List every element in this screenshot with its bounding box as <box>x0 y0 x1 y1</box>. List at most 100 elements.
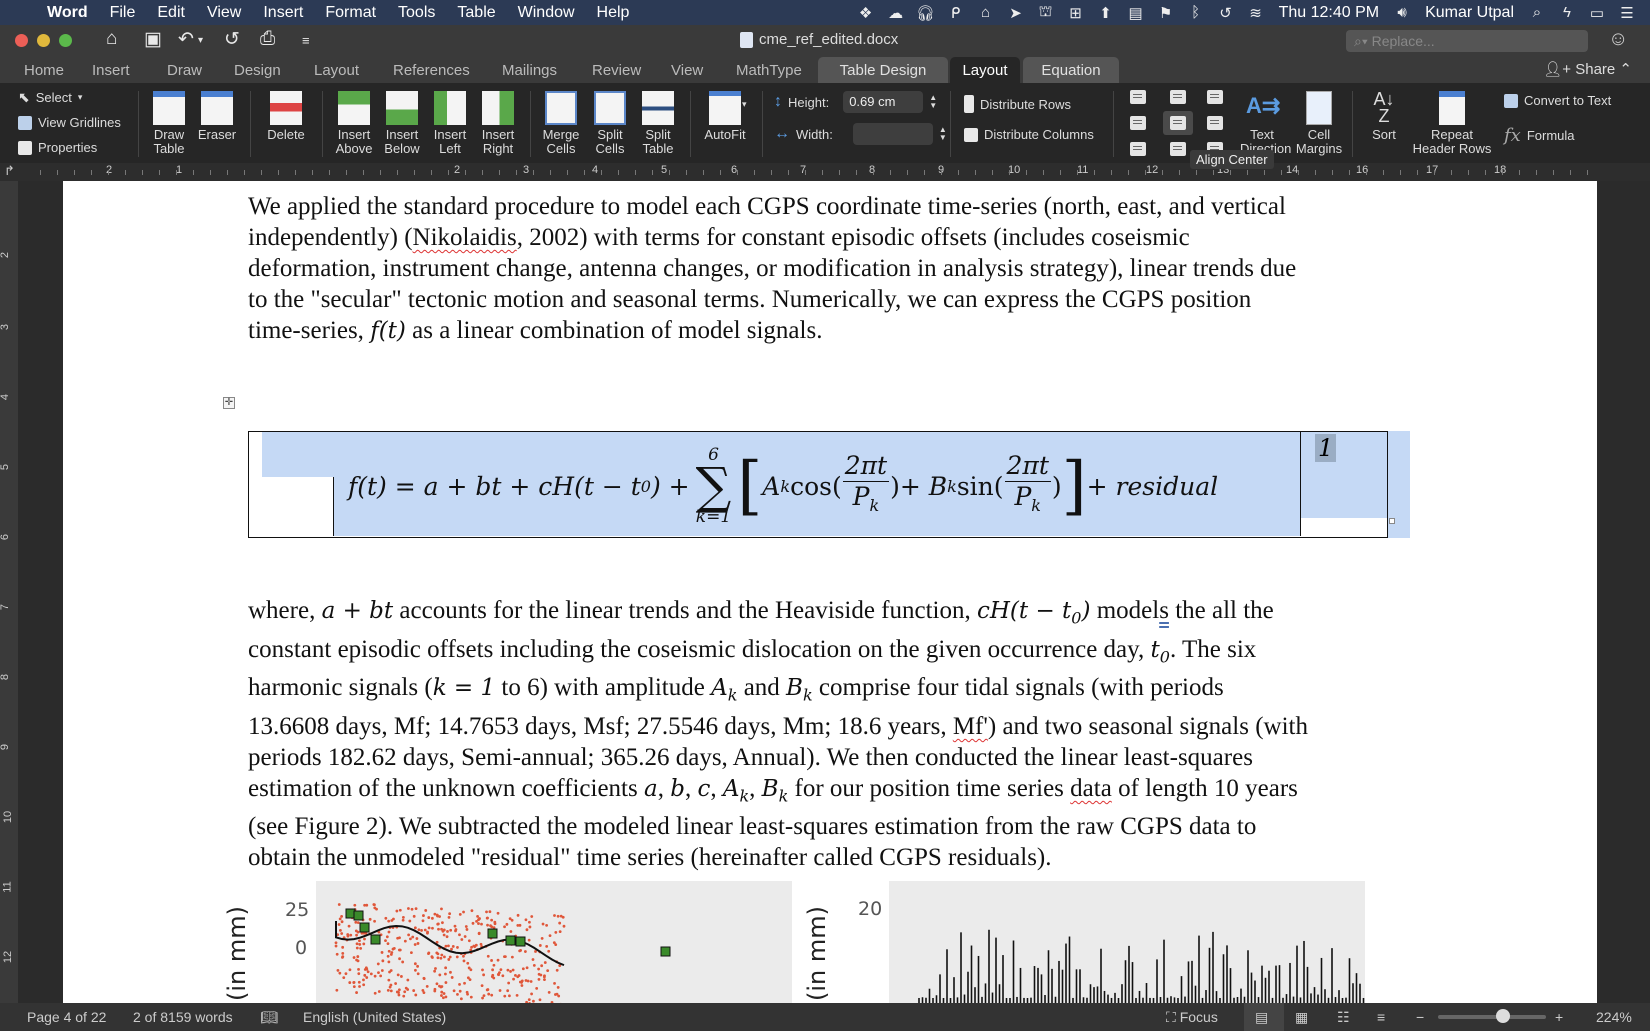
vertical-ruler[interactable]: 2 3 4 5 6 7 8 9 10 11 12 <box>0 181 18 1003</box>
menu-help[interactable]: Help <box>586 4 641 22</box>
insert-right-button[interactable]: Insert Right <box>478 91 518 156</box>
split-cells-button[interactable]: Split Cells <box>590 91 630 156</box>
insert-above-button[interactable]: Insert Above <box>334 91 374 156</box>
upload-icon[interactable]: ⬆ <box>1091 4 1121 22</box>
width-input[interactable] <box>852 123 933 145</box>
equation-table[interactable]: f(t) = a + bt + cH(t − t 0) + 6 ∑ k=1 [ A… <box>248 431 1388 538</box>
split-table-button[interactable]: Split Table <box>638 91 678 156</box>
spotlight-icon[interactable]: ⌕ <box>1522 4 1552 21</box>
delete-button[interactable]: Delete <box>262 91 310 142</box>
sort-button[interactable]: A↓ Z Sort <box>1364 90 1404 142</box>
grammar-flag[interactable]: s <box>1159 597 1169 624</box>
home-icon[interactable]: ⌂ <box>106 28 117 50</box>
dropbox-icon[interactable]: ❖ <box>851 4 881 22</box>
menu-view[interactable]: View <box>196 4 252 22</box>
tab-stop-icon[interactable]: ↱ <box>4 163 15 179</box>
focus-button[interactable]: ⛶ Focus <box>1166 1009 1218 1026</box>
distribute-rows-button[interactable]: Distribute Rows <box>964 95 1071 113</box>
customize-toolbar-icon[interactable]: ≡ <box>302 33 310 48</box>
word-count[interactable]: 2 of 8159 words <box>133 1009 233 1025</box>
table-cell-equation-number[interactable]: 1 <box>1301 432 1387 536</box>
table-resize-handle[interactable] <box>1389 518 1395 524</box>
tab-mathtype[interactable]: MathType <box>728 57 810 83</box>
align-center-right-button[interactable] <box>1207 116 1223 130</box>
share-button[interactable]: 👤︎+ Share ⌃ <box>1543 60 1632 78</box>
proofing-icon[interactable]: 📖︎ <box>260 1009 278 1026</box>
web-layout-icon[interactable]: ▦ <box>1295 1009 1308 1026</box>
page-indicator[interactable]: Page 4 of 22 <box>27 1009 106 1025</box>
menu-tools[interactable]: Tools <box>387 4 446 22</box>
height-input[interactable]: 0.69 cm <box>843 91 924 113</box>
tab-references[interactable]: References <box>385 57 478 83</box>
draw-table-button[interactable]: Draw Table <box>150 91 188 156</box>
tab-review[interactable]: Review <box>584 57 649 83</box>
search-replace-field[interactable]: ⌕▾ Replace... <box>1346 30 1588 52</box>
undo-dropdown-icon[interactable]: ▾ <box>198 35 203 46</box>
zoom-slider[interactable] <box>1438 1015 1546 1019</box>
feedback-smiley-icon[interactable]: ☺ <box>1608 28 1628 51</box>
table-cell-equation[interactable]: f(t) = a + bt + cH(t − t 0) + 6 ∑ k=1 [ A… <box>334 432 1301 536</box>
print-icon[interactable]: ⎙ <box>260 28 275 50</box>
height-stepper[interactable]: ▲ ▼ <box>929 94 937 110</box>
menu-window[interactable]: Window <box>507 4 586 22</box>
menu-file[interactable]: File <box>99 4 147 22</box>
menu-edit[interactable]: Edit <box>146 4 196 22</box>
app-icon[interactable]: ⌂ <box>971 4 1001 21</box>
table-move-handle[interactable]: ✛ <box>223 397 235 409</box>
eraser-button[interactable]: Eraser <box>196 91 238 142</box>
align-top-right-button[interactable] <box>1207 90 1223 104</box>
wifi-icon[interactable]: ≋ <box>1241 4 1271 22</box>
text-direction-button[interactable]: A⇉ Text Direction <box>1240 91 1291 156</box>
tab-design[interactable]: Design <box>226 57 289 83</box>
zoom-level[interactable]: 224% <box>1596 1009 1632 1025</box>
repeat-header-rows-button[interactable]: Repeat Header Rows <box>1412 91 1492 156</box>
menu-format[interactable]: Format <box>314 4 387 22</box>
properties-button[interactable]: Properties <box>18 140 97 155</box>
zoom-slider-handle[interactable] <box>1495 1009 1510 1023</box>
align-center-button[interactable] <box>1170 116 1186 130</box>
align-bottom-left-button[interactable] <box>1130 142 1146 156</box>
notes-icon[interactable]: ▤ <box>1121 4 1151 22</box>
distribute-columns-button[interactable]: Distribute Columns <box>964 127 1094 142</box>
tab-table-design[interactable]: Table Design <box>818 57 948 83</box>
zoom-window-button[interactable] <box>59 34 72 47</box>
formula-button[interactable]: fx Formula <box>1504 125 1575 146</box>
select-button[interactable]: ⬉ Select ▾ <box>18 89 82 106</box>
tab-draw[interactable]: Draw <box>159 57 210 83</box>
bolt-icon[interactable]: ϟ <box>1552 4 1582 21</box>
document-page[interactable]: We applied the standard procedure to mod… <box>63 181 1597 1003</box>
zoom-in-button[interactable]: + <box>1555 1009 1563 1025</box>
align-center-left-button[interactable] <box>1130 116 1146 130</box>
spelling-error[interactable]: Mf' <box>953 713 988 740</box>
clock[interactable]: Thu 12:40 PM <box>1271 4 1388 22</box>
language[interactable]: English (United States) <box>303 1009 446 1025</box>
building-icon[interactable]: ⛫ <box>1031 3 1061 22</box>
tab-table-layout[interactable]: Layout <box>950 57 1020 83</box>
bluetooth-icon[interactable]: ᛒ <box>1181 4 1211 21</box>
arrow-icon[interactable]: ➤ <box>1001 4 1031 22</box>
tab-home[interactable]: Home <box>16 57 72 83</box>
autofit-dropdown-icon[interactable]: ▾ <box>742 99 747 110</box>
spelling-error[interactable]: Nikolaidis <box>413 224 517 251</box>
paragraph-1[interactable]: We applied the standard procedure to mod… <box>248 191 1498 347</box>
align-top-center-button[interactable] <box>1170 90 1186 104</box>
minimize-window-button[interactable] <box>37 34 50 47</box>
collapse-ribbon-icon[interactable]: ⌃ <box>1619 61 1632 78</box>
evernote-icon[interactable]: ᑭ <box>941 4 971 22</box>
draft-view-icon[interactable]: ≡ <box>1377 1009 1385 1025</box>
tab-layout[interactable]: Layout <box>306 57 367 83</box>
align-bottom-center-button[interactable] <box>1170 142 1186 156</box>
user-name[interactable]: Kumar Utpal <box>1417 4 1522 22</box>
convert-to-text-button[interactable]: Convert to Text <box>1504 93 1611 108</box>
redo-icon[interactable]: ↺ <box>224 28 240 51</box>
menu-table[interactable]: Table <box>446 4 506 22</box>
grid-icon[interactable]: ⊞ <box>1061 4 1091 22</box>
notification-center-icon[interactable]: ☰ <box>1612 4 1642 22</box>
tab-view[interactable]: View <box>663 57 711 83</box>
cloud-icon[interactable]: ☁ <box>881 4 911 22</box>
zoom-out-button[interactable]: − <box>1416 1009 1424 1025</box>
undo-icon[interactable]: ↶ <box>178 28 194 51</box>
align-top-left-button[interactable] <box>1130 90 1146 104</box>
vertical-scrollbar[interactable] <box>1597 181 1650 1003</box>
app-menu-word[interactable]: Word <box>36 4 99 22</box>
